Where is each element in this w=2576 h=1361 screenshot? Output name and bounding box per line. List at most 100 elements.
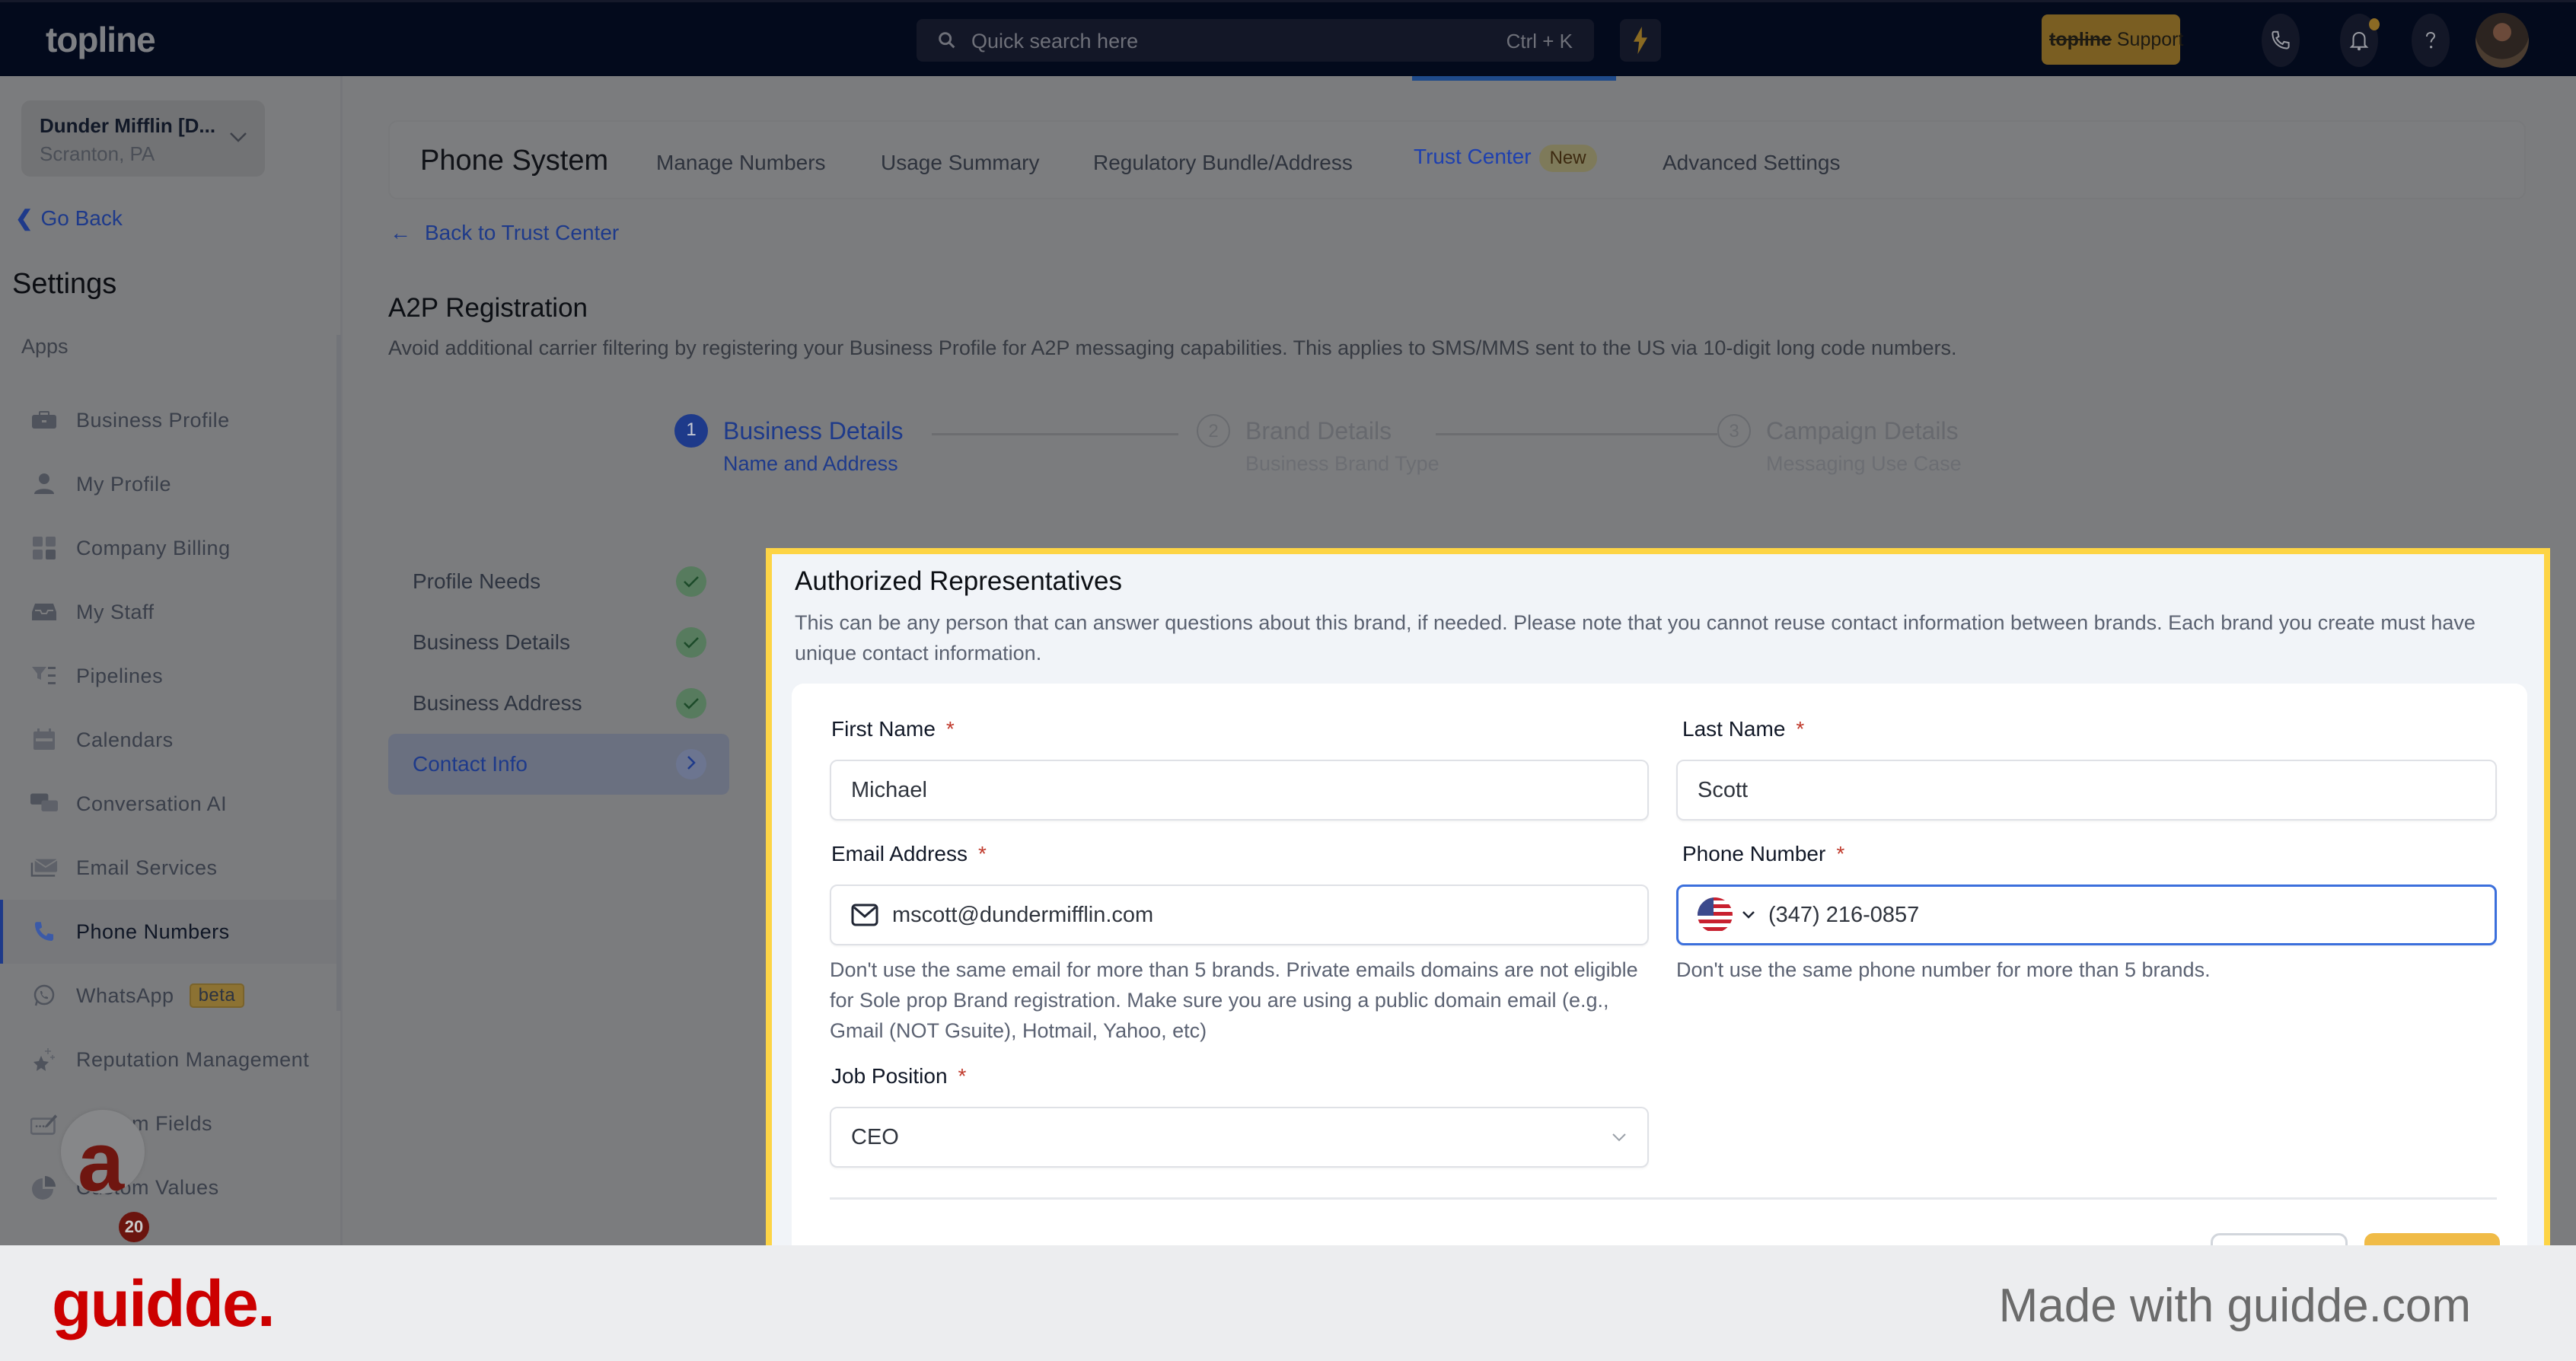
tab-trust-center[interactable]: Trust Center New (1414, 145, 1597, 172)
email-help-text: Don't use the same email for more than 5… (830, 958, 1638, 1042)
tab-advanced-settings[interactable]: Advanced Settings (1663, 151, 1841, 175)
notifications-button[interactable] (2340, 14, 2380, 67)
sidebar-item-label: WhatsApp (76, 983, 174, 1007)
subnav-contact-info[interactable]: Contact Info (388, 734, 729, 795)
check-icon (676, 688, 706, 719)
user-icon (30, 470, 58, 498)
last-name-label: Last Name * (1682, 717, 1804, 741)
settings-heading: Settings (12, 268, 117, 300)
label-text: Last Name (1682, 717, 1786, 741)
back-to-trust-center-link[interactable]: ← Back to Trust Center (390, 221, 619, 245)
sparkle-star-icon (30, 1046, 58, 1073)
section-description: This can be any person that can answer q… (795, 611, 2476, 665)
email-input[interactable]: mscott@dundermifflin.com (830, 884, 1649, 945)
settings-sidebar: Dunder Mifflin [D... Scranton, PA ❮ Go Ba… (0, 76, 343, 1245)
job-position-select[interactable]: CEO (830, 1107, 1649, 1168)
phone-call-button[interactable] (2262, 14, 2300, 67)
email-label: Email Address * (831, 842, 987, 866)
app-logo[interactable]: topline (46, 19, 156, 60)
sidebar-item-label: My Profile (76, 472, 172, 496)
active-tab-indicator (1412, 76, 1616, 81)
question-mark-icon (2426, 31, 2436, 49)
phone-system-tabs: Phone System Manage Numbers Usage Summar… (388, 120, 2526, 199)
tab-regulatory-bundle[interactable]: Regulatory Bundle/Address (1093, 151, 1353, 175)
edit-field-icon (30, 1110, 58, 1137)
new-badge: New (1538, 145, 1597, 172)
label-text: Phone Number (1682, 842, 1826, 865)
top-bar: topline Quick search here Ctrl + K topli… (0, 0, 2576, 76)
phone-input[interactable]: (347) 216-0857 (1676, 884, 2497, 945)
location-switcher[interactable]: Dunder Mifflin [D... Scranton, PA (21, 100, 265, 177)
support-button[interactable]: topline Support (2042, 14, 2183, 65)
required-mark: * (958, 1064, 967, 1088)
assistant-launcher-button[interactable]: a (61, 1110, 145, 1194)
step-subtitle: Messaging Use Case (1766, 452, 1962, 475)
contact-info-form: First Name * Michael Last Name * Scott Ema… (792, 684, 2527, 1279)
tab-manage-numbers[interactable]: Manage Numbers (656, 151, 826, 175)
quick-actions-button[interactable] (1620, 19, 1661, 62)
sidebar-item-pipelines[interactable]: Pipelines (0, 644, 340, 708)
tab-usage-summary[interactable]: Usage Summary (881, 151, 1040, 175)
sidebar-item-business-profile[interactable]: Business Profile (0, 388, 340, 452)
check-icon (676, 627, 706, 658)
envelope-icon (851, 904, 878, 926)
sidebar-item-reputation-management[interactable]: Reputation Management (0, 1028, 340, 1092)
pie-chart-icon (30, 1174, 58, 1201)
required-mark: * (977, 842, 987, 865)
sidebar-item-label: Pipelines (76, 664, 164, 687)
calendar-icon (30, 726, 58, 754)
first-name-input[interactable]: Michael (830, 760, 1649, 821)
subnav-profile-needs[interactable]: Profile Needs (388, 551, 729, 612)
step-number: 1 (674, 414, 708, 448)
subnav-label: Business Details (413, 630, 570, 654)
sidebar-item-my-profile[interactable]: My Profile (0, 452, 340, 516)
tab-label: Trust Center (1414, 145, 1532, 168)
sidebar-scrollbar[interactable] (336, 335, 341, 1011)
registration-stepper: 1 Business Details Name and Address 2 Br… (674, 413, 2014, 481)
select-value: CEO (851, 1124, 899, 1149)
bell-icon (2349, 31, 2369, 51)
guidde-logo: guidde. (52, 1267, 276, 1340)
lightning-icon (1634, 27, 1647, 54)
step-subtitle: Name and Address (723, 452, 898, 475)
quick-search-input[interactable]: Quick search here Ctrl + K (917, 19, 1594, 62)
user-avatar[interactable] (2476, 13, 2529, 68)
step-number: 3 (1717, 414, 1751, 448)
envelope-icon (30, 854, 58, 881)
inbox-icon (30, 598, 58, 626)
sidebar-item-conversation-ai[interactable]: Conversation AI (0, 772, 340, 836)
guidde-footer: guidde. Made with guidde.com (0, 1245, 2576, 1361)
sidebar-item-label: Conversation AI (76, 792, 228, 815)
assistant-logo-icon: a (78, 1115, 125, 1194)
required-mark: * (1836, 842, 1845, 865)
go-back-link[interactable]: ❮ Go Back (15, 206, 123, 231)
sidebar-item-company-billing[interactable]: Company Billing (0, 516, 340, 580)
check-icon (676, 566, 706, 597)
sidebar-item-label: Email Services (76, 856, 218, 879)
sidebar-item-custom-values[interactable]: Custom Values (0, 1155, 340, 1219)
help-button[interactable] (2412, 14, 2450, 67)
step-title: Business Details (723, 417, 904, 445)
sidebar-item-custom-fields[interactable]: Custom Fields (0, 1092, 340, 1155)
sidebar-item-my-staff[interactable]: My Staff (0, 580, 340, 644)
go-back-label: Go Back (40, 206, 123, 230)
form-divider (830, 1197, 2497, 1200)
chevron-left-icon: ❮ (15, 206, 33, 230)
search-placeholder: Quick search here (971, 30, 1139, 53)
location-address: Scranton, PA (40, 142, 155, 165)
us-flag-icon (1698, 897, 1733, 932)
sidebar-item-calendars[interactable]: Calendars (0, 708, 340, 772)
subnav-business-details[interactable]: Business Details (388, 612, 729, 673)
job-position-label: Job Position * (831, 1064, 966, 1088)
sidebar-item-phone-numbers[interactable]: Phone Numbers (0, 900, 340, 964)
subnav-business-address[interactable]: Business Address (388, 673, 729, 734)
chevron-right-icon (676, 749, 706, 779)
sidebar-item-whatsapp[interactable]: WhatsApp beta (0, 964, 340, 1028)
search-icon (939, 32, 955, 49)
sidebar-item-email-services[interactable]: Email Services (0, 836, 340, 900)
country-selector[interactable] (1697, 897, 1756, 933)
authorized-representatives-section: Authorized Representatives This can be a… (766, 548, 2550, 1279)
step-connector (932, 433, 1178, 435)
last-name-input[interactable]: Scott (1676, 760, 2497, 821)
label-text: Job Position (831, 1064, 948, 1088)
